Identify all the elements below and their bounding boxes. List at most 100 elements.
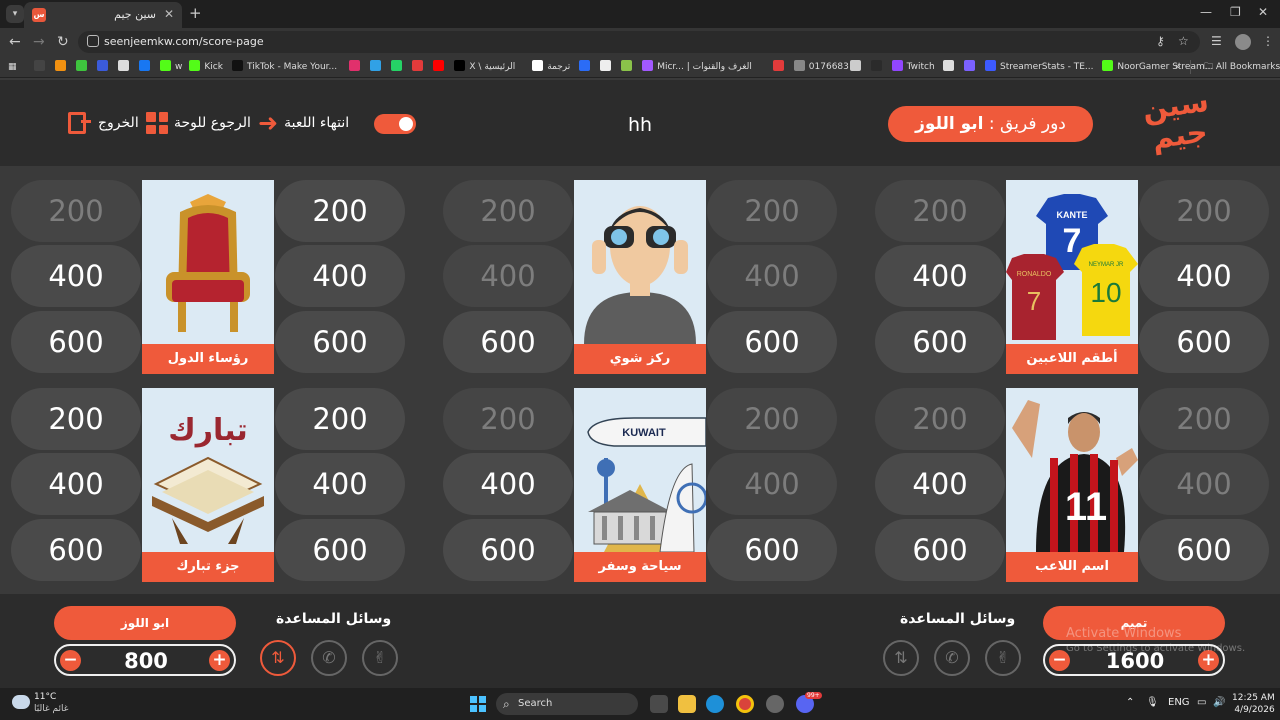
points-button[interactable]: 400: [875, 453, 1005, 515]
bookmark-item[interactable]: [118, 60, 133, 74]
reload-icon[interactable]: ↻: [57, 34, 69, 50]
bookmark-item[interactable]: [391, 60, 406, 74]
bookmark-item[interactable]: [97, 60, 112, 74]
bookmark-item[interactable]: [412, 60, 427, 74]
score-minus-left[interactable]: −: [60, 650, 81, 671]
bookmark-item[interactable]: StreamerStats - TE...: [985, 60, 1094, 74]
tab-close-icon[interactable]: ✕: [164, 7, 174, 21]
start-icon[interactable]: [470, 696, 486, 712]
phone-friend-icon[interactable]: ✆: [934, 640, 970, 676]
address-bar[interactable]: seenjeemkw.com/score-page ⚷ ☆: [78, 31, 1200, 53]
points-button[interactable]: 400: [11, 453, 141, 515]
all-bookmarks-folder[interactable]: 🗀 All Bookmarks: [1204, 60, 1280, 74]
points-button[interactable]: 200: [275, 180, 405, 242]
bookmark-item[interactable]: NoorGamer Stream...: [1102, 60, 1213, 74]
microphone-icon[interactable]: 🎙: [1146, 697, 1159, 708]
end-game-button[interactable]: ➜ انتهاء اللعبة: [258, 111, 349, 135]
points-button[interactable]: 600: [707, 519, 837, 581]
points-button[interactable]: 600: [275, 311, 405, 373]
score-plus-left[interactable]: +: [209, 650, 230, 671]
points-button[interactable]: 200: [11, 388, 141, 450]
taskbar-clock[interactable]: 12:25 AM 4/9/2026: [1232, 692, 1275, 716]
two-answers-icon[interactable]: ✌: [985, 640, 1021, 676]
points-button[interactable]: 600: [875, 311, 1005, 373]
forward-icon[interactable]: →: [33, 34, 45, 50]
bookmark-item[interactable]: [76, 60, 91, 74]
browser-tab[interactable]: س سين جيم ✕: [24, 2, 182, 28]
close-window-button[interactable]: ✕: [1258, 5, 1268, 19]
points-button[interactable]: 600: [1139, 311, 1269, 373]
profile-avatar[interactable]: [1235, 34, 1251, 50]
points-button[interactable]: 600: [443, 311, 573, 373]
bookmark-item[interactable]: Kick: [189, 60, 223, 74]
reading-list-icon[interactable]: ☰: [1211, 34, 1222, 48]
bookmark-item[interactable]: [870, 60, 886, 74]
bookmark-item[interactable]: [433, 60, 448, 74]
bookmark-item[interactable]: [579, 60, 594, 74]
network-icon[interactable]: ▭: [1197, 697, 1206, 708]
browser-menu-icon[interactable]: ⋮: [1262, 34, 1274, 48]
app-icon[interactable]: [766, 695, 784, 713]
points-button[interactable]: 400: [275, 453, 405, 515]
bookmark-item[interactable]: Micr... | الغرف والقنوات: [642, 60, 752, 74]
weather-description[interactable]: غائم غالبًا: [34, 704, 68, 714]
points-button[interactable]: 600: [275, 519, 405, 581]
weather-cloud-icon[interactable]: [12, 695, 30, 709]
points-button[interactable]: 600: [11, 519, 141, 581]
bookmark-item[interactable]: TikTok - Make Your...: [232, 60, 337, 74]
volume-icon[interactable]: 🔊: [1213, 697, 1225, 708]
bookmark-item[interactable]: [600, 60, 615, 74]
phone-friend-icon[interactable]: ✆: [311, 640, 347, 676]
tray-overflow-icon[interactable]: ⌃: [1126, 697, 1134, 708]
chrome-icon[interactable]: [736, 695, 754, 713]
points-button[interactable]: 600: [11, 311, 141, 373]
language-indicator[interactable]: ENG: [1168, 697, 1190, 708]
bookmark-item[interactable]: [139, 60, 154, 74]
settings-toggle[interactable]: [374, 114, 416, 134]
points-button[interactable]: 400: [11, 245, 141, 307]
bookmark-item[interactable]: ترجمة: [532, 60, 570, 74]
task-view-icon[interactable]: [650, 695, 668, 713]
bookmark-item[interactable]: Twitch: [891, 60, 935, 74]
seenjeem-logo[interactable]: سين جيم: [1139, 84, 1218, 160]
points-button[interactable]: 600: [707, 311, 837, 373]
points-button[interactable]: 200: [275, 388, 405, 450]
bookmark-item[interactable]: [943, 60, 958, 74]
swap-question-icon[interactable]: ⇅: [883, 640, 919, 676]
back-icon[interactable]: ←: [9, 34, 21, 50]
taskbar-search[interactable]: Search: [496, 693, 638, 715]
edge-icon[interactable]: [706, 695, 724, 713]
weather-temperature[interactable]: 11°C: [34, 692, 56, 702]
points-button[interactable]: 600: [443, 519, 573, 581]
bookmark-item[interactable]: [34, 60, 49, 74]
points-button[interactable]: 400: [443, 453, 573, 515]
site-info-icon[interactable]: [87, 35, 99, 47]
points-button[interactable]: 400: [275, 245, 405, 307]
bookmark-item[interactable]: [349, 60, 364, 74]
points-button[interactable]: 600: [1139, 519, 1269, 581]
team-name-left[interactable]: ابو اللوز: [54, 606, 236, 640]
minimize-button[interactable]: —: [1200, 5, 1212, 19]
bookmark-item[interactable]: w: [160, 60, 182, 74]
bookmark-item[interactable]: [621, 60, 636, 74]
file-explorer-icon[interactable]: [678, 695, 696, 713]
bookmark-item[interactable]: 0176683: [793, 60, 849, 74]
password-key-icon[interactable]: ⚷: [1156, 34, 1165, 48]
two-answers-icon[interactable]: ✌: [362, 640, 398, 676]
tab-search-button[interactable]: ▾: [6, 5, 24, 23]
new-tab-button[interactable]: +: [189, 4, 202, 22]
bookmark-item[interactable]: [849, 60, 865, 74]
bookmark-item[interactable]: [370, 60, 385, 74]
apps-grid-icon[interactable]: ▦: [8, 60, 17, 74]
points-button[interactable]: 400: [1139, 245, 1269, 307]
bookmark-item[interactable]: X \ الرئيسية: [454, 60, 515, 74]
exit-button[interactable]: الخروج: [68, 112, 139, 134]
bookmark-item[interactable]: [772, 60, 788, 74]
back-to-board-button[interactable]: الرجوع للوحة: [146, 112, 251, 134]
bookmark-item[interactable]: [964, 60, 979, 74]
points-button[interactable]: 600: [875, 519, 1005, 581]
swap-question-icon[interactable]: ⇅: [260, 640, 296, 676]
points-button[interactable]: 400: [875, 245, 1005, 307]
restore-button[interactable]: ❐: [1230, 5, 1241, 19]
bookmark-item[interactable]: [55, 60, 70, 74]
